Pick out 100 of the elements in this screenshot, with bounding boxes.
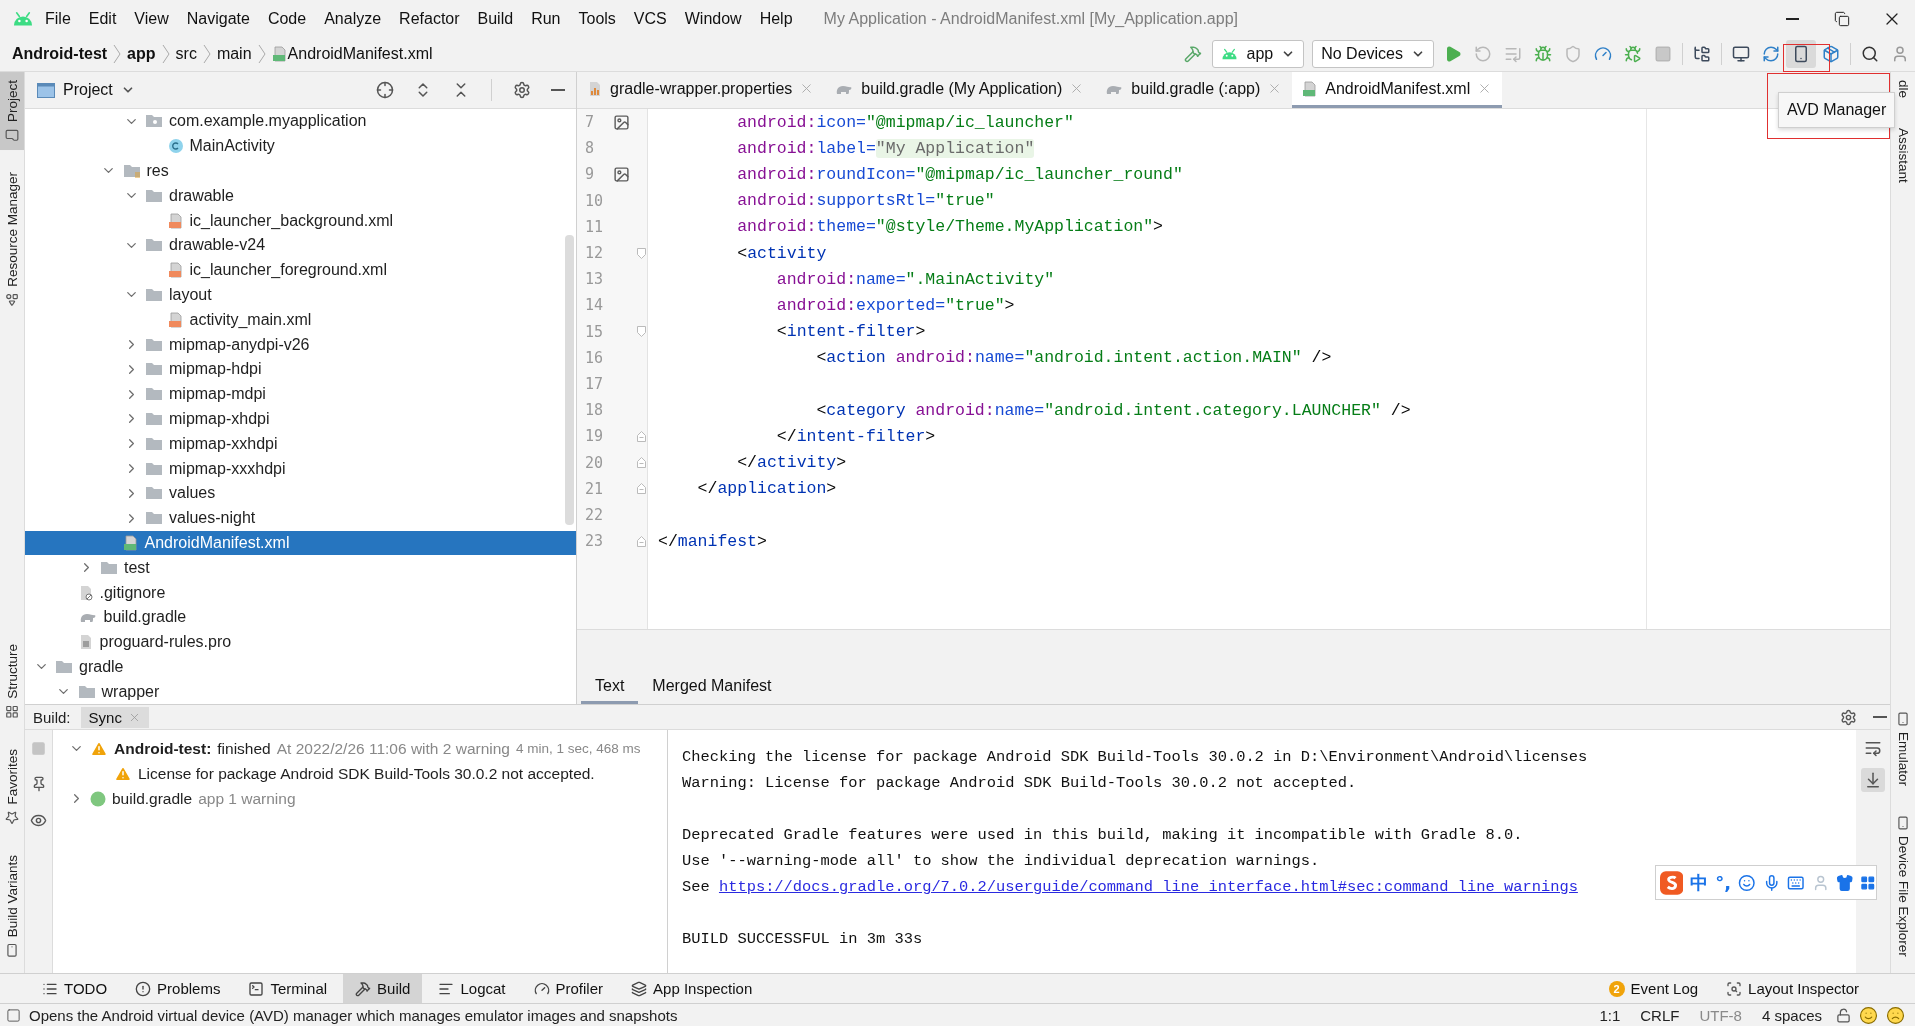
tool-window-button[interactable]: Structure — [0, 636, 24, 728]
tree-item[interactable]: .gitignore — [25, 580, 576, 605]
fold-marker-icon[interactable] — [637, 457, 646, 469]
tree-item[interactable]: mipmap-xxhdpi — [25, 431, 576, 457]
documentation-link[interactable]: https://docs.gradle.org/7.0.2/userguide/command_line_interface.html#sec:command_line_warnings — [718, 878, 1578, 896]
status-item[interactable]: 4 spaces — [1755, 1006, 1828, 1024]
tool-window-tab[interactable]: Logcat — [426, 974, 518, 1003]
scrollbar-thumb[interactable] — [565, 235, 574, 525]
tool-window-tab[interactable]: Terminal — [236, 974, 340, 1003]
status-item[interactable]: CRLF — [1634, 1006, 1686, 1024]
input-language-toggle[interactable]: 中 — [1690, 870, 1709, 895]
editor-view-tab[interactable]: Text — [581, 670, 639, 704]
tool-window-tab[interactable]: Layout Inspector — [1714, 974, 1871, 1003]
tree-item[interactable]: layout — [25, 282, 576, 308]
device-dropdown[interactable]: No Devices — [1312, 40, 1434, 68]
line-number: 12 — [585, 244, 605, 263]
menu-item[interactable]: Analyze — [317, 5, 389, 32]
editor-tab[interactable]: build.gradle (:app) — [1094, 72, 1293, 108]
code-line: android:theme="@style/Theme.MyApplication"> — [736, 216, 1163, 239]
gauge-icon — [533, 980, 550, 997]
shapes-icon — [5, 292, 19, 307]
hide-button[interactable] — [1870, 713, 1890, 721]
avd-manager-button[interactable] — [1786, 40, 1816, 68]
unlock-icon — [1836, 1007, 1851, 1023]
menu-item[interactable]: Run — [524, 5, 568, 32]
tool-window-button[interactable]: Build Variants — [0, 846, 24, 965]
editor-view-tab[interactable]: Merged Manifest — [638, 670, 786, 704]
settings-icon — [1840, 708, 1857, 726]
fold-marker-icon[interactable] — [637, 326, 646, 338]
editor-tab[interactable]: AndroidManifest.xml — [1292, 72, 1503, 108]
build-message[interactable]: License for package Android SDK Build-Tools 30.0.2 not accepted. — [138, 764, 595, 783]
menu-item[interactable]: Tools — [571, 5, 623, 32]
menu-item[interactable]: Help — [752, 5, 800, 32]
tool-window-tab[interactable]: TODO — [30, 974, 120, 1003]
menu-item[interactable]: Build — [470, 5, 521, 32]
tool-window-button[interactable]: Resource Manager — [0, 164, 24, 315]
tree-item[interactable]: mipmap-anydpi-v26 — [25, 332, 576, 357]
tree-item[interactable]: mipmap-hdpi — [25, 356, 576, 382]
tree-item[interactable]: drawable — [25, 183, 576, 209]
tool-window-tab[interactable]: 2 Event Log — [1596, 974, 1711, 1003]
tree-item[interactable]: mipmap-xxxhdpi — [25, 456, 576, 481]
code-line: </intent-filter> — [775, 425, 936, 448]
tree-item[interactable]: AndroidManifest.xml — [25, 530, 576, 556]
tree-item[interactable]: MainActivity — [25, 133, 576, 159]
tree-item[interactable]: drawable-v24 — [25, 233, 576, 258]
tool-window-button[interactable]: Device File Explorer — [1891, 808, 1915, 965]
tree-item[interactable]: proguard-rules.pro — [25, 629, 576, 655]
breadcrumb[interactable]: src — [175, 45, 197, 63]
run-configuration-dropdown[interactable]: app — [1212, 40, 1305, 68]
tool-window-tab[interactable]: Profiler — [521, 974, 616, 1003]
status-item[interactable]: 1:1 — [1593, 1006, 1627, 1024]
breadcrumb-separator-icon — [113, 44, 122, 64]
tree-item[interactable]: ic_launcher_foreground.xml — [25, 257, 576, 283]
tree-item[interactable]: ic_launcher_background.xml — [25, 208, 576, 233]
tool-window-button[interactable]: Emulator — [1891, 704, 1915, 795]
punctuation-toggle[interactable]: °, — [1715, 872, 1732, 893]
fold-marker-icon[interactable] — [637, 247, 646, 259]
tree-item[interactable]: mipmap-mdpi — [25, 381, 576, 407]
menu-item[interactable]: Refactor — [392, 5, 467, 32]
tree-item[interactable]: test — [25, 555, 576, 581]
menu-item[interactable]: File — [38, 5, 78, 32]
fold-marker-icon[interactable] — [637, 483, 646, 495]
folder-icon — [145, 237, 163, 254]
menu-item[interactable]: Code — [260, 5, 314, 32]
restore-icon — [1834, 10, 1850, 27]
breadcrumb[interactable]: Android-test — [12, 45, 108, 63]
tool-window-button[interactable]: Favorites — [0, 741, 24, 833]
hide-button[interactable] — [548, 86, 568, 94]
tool-window-button[interactable]: Project — [0, 72, 24, 151]
project-view-dropdown[interactable]: Project — [33, 81, 139, 99]
tree-item[interactable]: activity_main.xml — [25, 307, 576, 333]
menu-item[interactable]: Edit — [81, 5, 124, 32]
fold-marker-icon[interactable] — [637, 430, 646, 442]
menu-item[interactable]: View — [127, 5, 176, 32]
editor-tab[interactable]: gradle-wrapper.properties — [577, 72, 825, 108]
tree-item[interactable]: wrapper — [25, 679, 576, 704]
scroll-to-end-button[interactable] — [1861, 768, 1885, 792]
fold-marker-icon[interactable] — [637, 535, 646, 547]
code-line: android:label="My Application" — [736, 137, 1035, 160]
image-icon — [613, 113, 630, 131]
tree-item[interactable]: mipmap-xhdpi — [25, 406, 576, 432]
breadcrumb[interactable]: app — [127, 45, 156, 63]
tree-item[interactable]: gradle — [25, 654, 576, 680]
tree-item[interactable]: build.gradle — [25, 604, 576, 630]
breadcrumb[interactable]: AndroidManifest.xml — [287, 45, 433, 63]
tool-window-tab[interactable]: App Inspection — [619, 974, 765, 1003]
panel-tab[interactable]: Sync — [80, 706, 149, 728]
tree-item[interactable]: values-night — [25, 505, 576, 531]
tree-item[interactable]: values — [25, 480, 576, 506]
breadcrumb[interactable]: main — [216, 45, 252, 63]
tool-window-tab[interactable]: Problems — [123, 974, 233, 1003]
tree-item[interactable]: res — [25, 158, 576, 184]
menu-item[interactable]: Window — [677, 5, 749, 32]
editor-tab[interactable]: build.gradle (My Application) — [824, 72, 1095, 108]
menu-item[interactable]: VCS — [626, 5, 674, 32]
line-number: 17 — [585, 374, 605, 393]
menu-item[interactable]: Navigate — [179, 5, 257, 32]
tool-window-tab[interactable]: Build — [343, 974, 423, 1003]
tree-item[interactable]: com.example.myapplication — [25, 109, 576, 134]
grid-icon — [5, 705, 19, 720]
